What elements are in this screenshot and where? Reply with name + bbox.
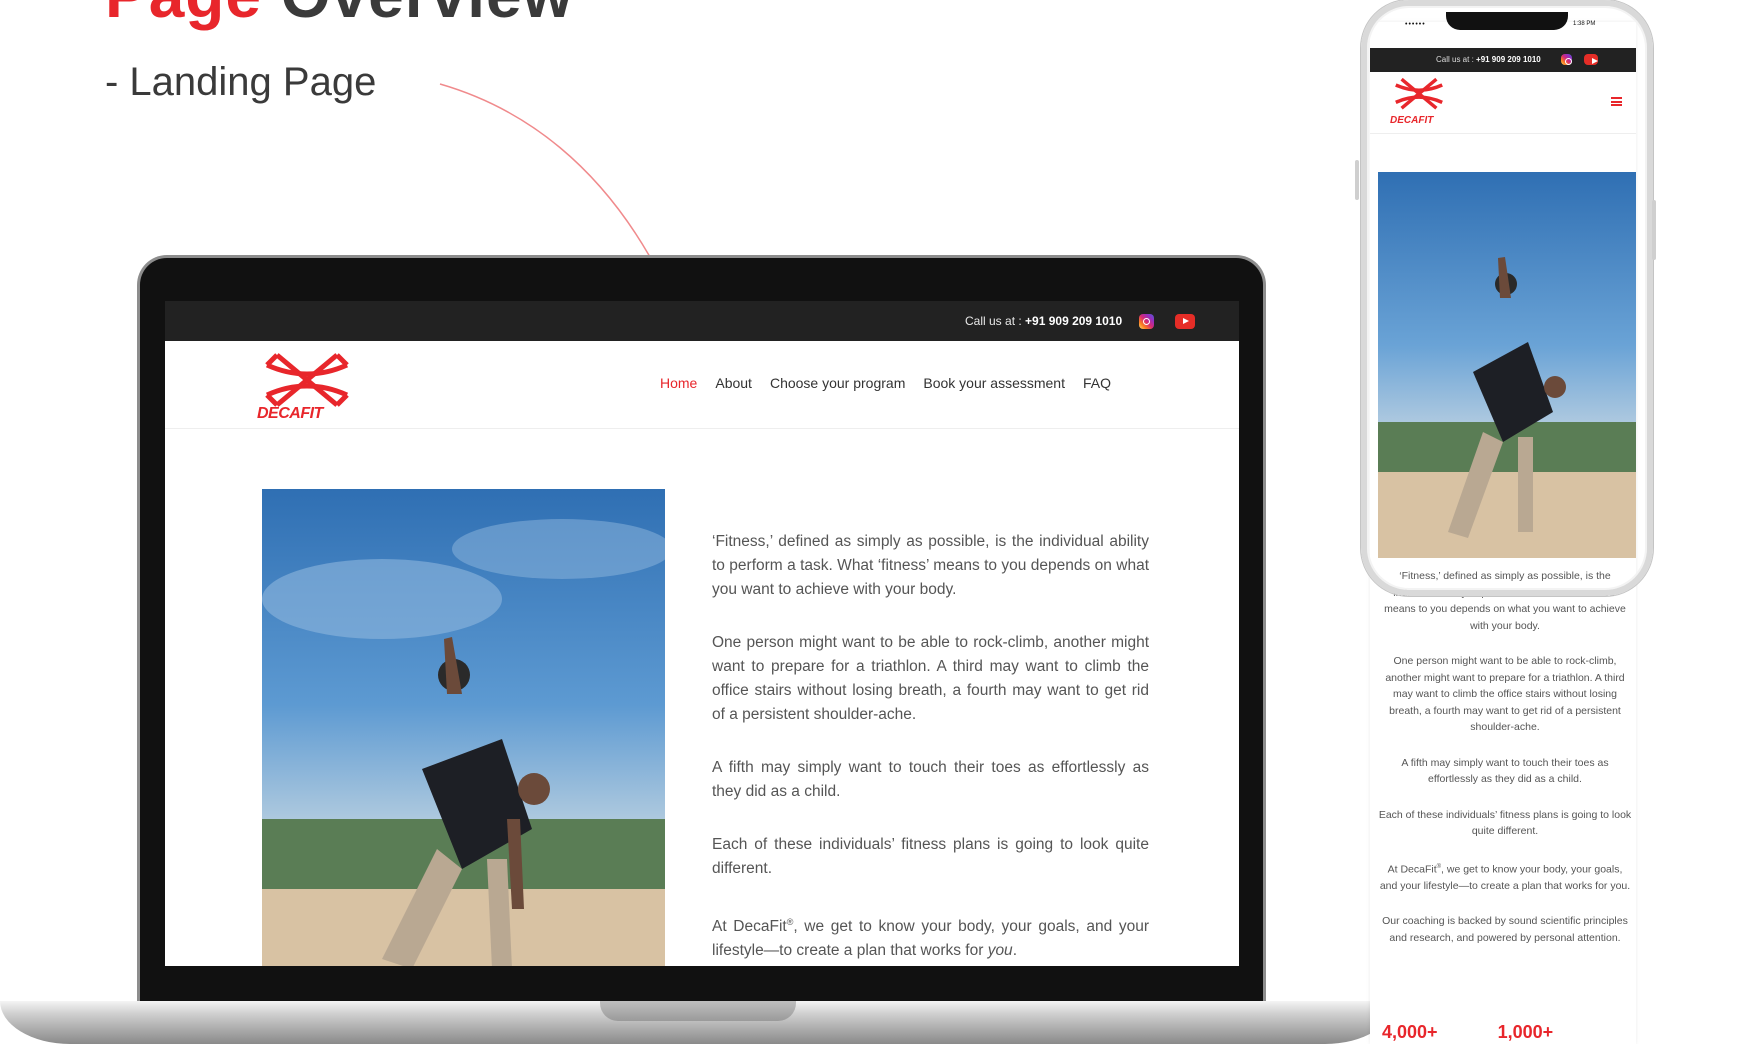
call-label: Call us at : bbox=[965, 314, 1026, 328]
nav-choose-program[interactable]: Choose your program bbox=[770, 375, 905, 391]
phone-hero-photo bbox=[1378, 172, 1636, 558]
intro-p5-lead: At DecaFit bbox=[712, 918, 787, 936]
phone-signal-indicator: •••••• bbox=[1405, 21, 1426, 28]
phone-paragraph-5: At DecaFit®, we get to know your body, y… bbox=[1378, 859, 1632, 895]
phone-brand-name: DECAFIT bbox=[1390, 115, 1434, 126]
phone-number-link[interactable]: +91 909 209 1010 bbox=[1025, 314, 1122, 328]
phone-p5-lead: At DecaFit bbox=[1387, 863, 1437, 875]
phone-power-button bbox=[1652, 200, 1656, 260]
phone-paragraph-coaching: Our coaching is backed by sound scientif… bbox=[1382, 915, 1628, 944]
nav-faq[interactable]: FAQ bbox=[1083, 375, 1111, 391]
main-nav: Home About Choose your program Book your… bbox=[660, 375, 1111, 391]
nav-book-assessment[interactable]: Book your assessment bbox=[923, 375, 1065, 391]
phone-clock: 1:38 PM bbox=[1573, 21, 1596, 27]
nav-about[interactable]: About bbox=[715, 375, 752, 391]
phone-paragraph-1: ‘Fitness,’ defined as simply as possible… bbox=[1384, 570, 1626, 632]
nav-home[interactable]: Home bbox=[660, 375, 697, 391]
site-topbar: Call us at : +91 909 209 1010 bbox=[165, 301, 1239, 341]
laptop-screen: Call us at : +91 909 209 1010 DECAFIT Ho… bbox=[165, 301, 1239, 966]
stat-value-1: 4,000+ bbox=[1382, 1022, 1438, 1042]
intro-paragraph-2: One person might want to be able to rock… bbox=[712, 634, 1149, 723]
intro-p5-end: . bbox=[1012, 942, 1017, 960]
phone-notch bbox=[1446, 12, 1568, 30]
intro-copy: ‘Fitness,’ defined as simply as possible… bbox=[712, 530, 1149, 966]
brand-name: DECAFIT bbox=[257, 405, 323, 422]
site-header: DECAFIT Home About Choose your program B… bbox=[165, 341, 1239, 429]
intro-paragraph-4: Each of these individuals’ fitness plans… bbox=[712, 836, 1149, 877]
instagram-icon[interactable] bbox=[1561, 54, 1572, 65]
phone-topbar: Call us at : +91 909 209 1010 bbox=[1370, 48, 1636, 72]
call-us-text: Call us at : +91 909 209 1010 bbox=[965, 314, 1122, 328]
laptop-notch bbox=[600, 1001, 796, 1021]
intro-paragraph-5: At DecaFit®, we get to know your body, y… bbox=[712, 910, 1149, 963]
youtube-icon[interactable] bbox=[1175, 314, 1195, 329]
phone-intro-copy: ‘Fitness,’ defined as simply as possible… bbox=[1378, 568, 1632, 965]
stat-value-2: 1,000+ bbox=[1497, 1022, 1554, 1042]
intro-paragraph-1: ‘Fitness,’ defined as simply as possible… bbox=[712, 533, 1149, 598]
phone-header: DECAFIT bbox=[1370, 72, 1636, 134]
phone-call-label: Call us at : bbox=[1436, 55, 1477, 64]
menu-icon[interactable] bbox=[1611, 97, 1622, 106]
phone-stats: 4,000+ 1,000+ bbox=[1382, 1022, 1632, 1043]
connector-line bbox=[439, 83, 651, 258]
phone-screen: Call us at : +91 909 209 1010 DECAFIT ‘F… bbox=[1370, 22, 1636, 1044]
hero-photo bbox=[262, 489, 665, 966]
youtube-icon[interactable] bbox=[1584, 54, 1598, 65]
phone-paragraph-3: A fifth may simply want to touch their t… bbox=[1401, 756, 1609, 786]
phone-paragraph-2: One person might want to be able to rock… bbox=[1385, 655, 1625, 733]
decafit-logo[interactable] bbox=[1390, 72, 1448, 120]
instagram-icon[interactable] bbox=[1139, 314, 1154, 329]
phone-side-button bbox=[1355, 160, 1359, 200]
phone-number-link[interactable]: +91 909 209 1010 bbox=[1476, 55, 1541, 64]
intro-p5-emphasis: you bbox=[987, 942, 1013, 960]
intro-paragraph-3: A fifth may simply want to touch their t… bbox=[712, 759, 1149, 800]
phone-call-us-text: Call us at : +91 909 209 1010 bbox=[1436, 55, 1541, 64]
phone-paragraph-4: Each of these individuals’ fitness plans… bbox=[1378, 808, 1632, 838]
